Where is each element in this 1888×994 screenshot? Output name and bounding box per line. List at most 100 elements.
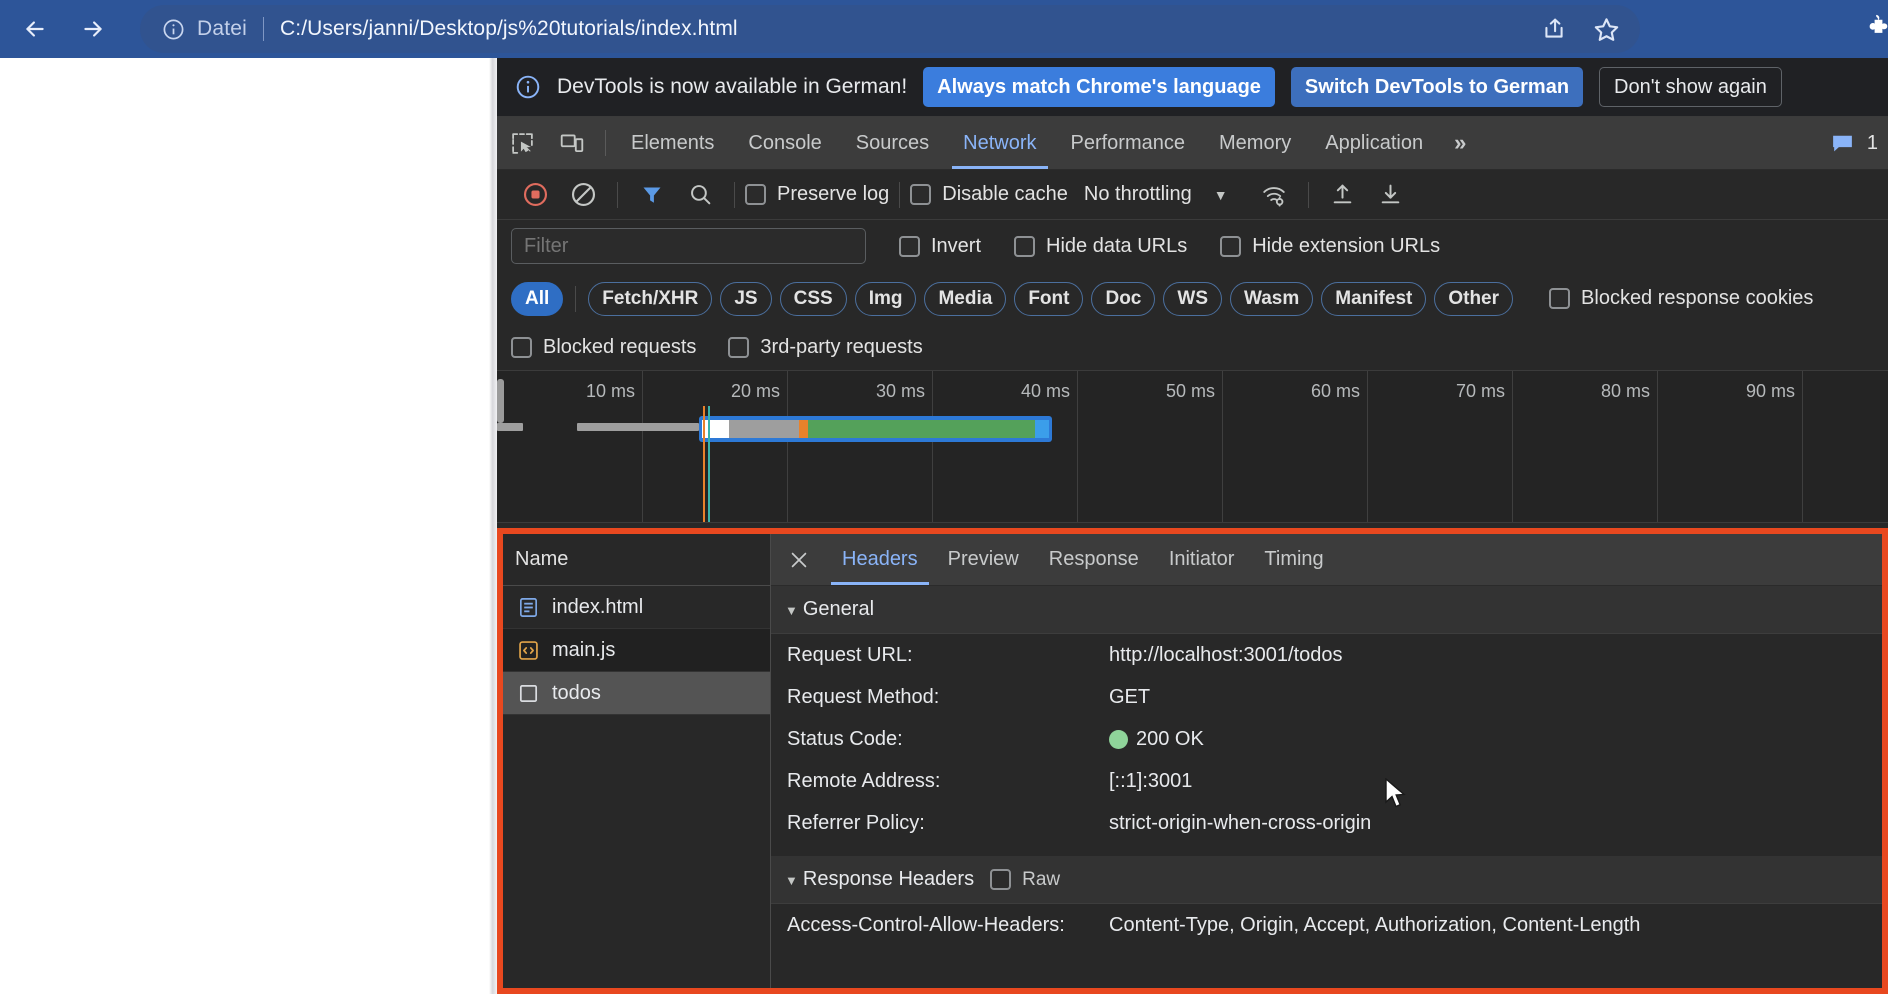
header-value: strict-origin-when-cross-origin	[1109, 811, 1372, 834]
star-icon[interactable]	[1593, 16, 1620, 43]
overview-scroll-thumb[interactable]	[497, 379, 504, 423]
omnibox-divider	[263, 17, 265, 41]
dont-show-again-button[interactable]: Don't show again	[1599, 67, 1782, 107]
caret-down-icon[interactable]: ▼	[785, 873, 798, 888]
info-circle-icon[interactable]	[162, 18, 185, 41]
chevron-down-icon[interactable]: ▼	[1214, 187, 1228, 203]
disable-cache-label: Disable cache	[942, 183, 1068, 205]
hide-data-urls-checkbox[interactable]: Hide data URLs	[1014, 235, 1187, 258]
detail-tab-preview[interactable]: Preview	[933, 534, 1034, 585]
header-row: Access-Control-Allow-Headers: Content-Ty…	[771, 904, 1882, 946]
throttling-select-value[interactable]: No throttling	[1084, 183, 1192, 206]
funnel-filter-icon[interactable]	[628, 173, 676, 217]
info-circle-icon	[515, 74, 541, 100]
table-row[interactable]: todos	[503, 672, 770, 715]
segment-queue	[702, 420, 729, 438]
overview-tick-9: 90 ms	[1745, 381, 1795, 401]
type-filter-fetch-xhr[interactable]: Fetch/XHR	[588, 281, 713, 316]
tab-elements[interactable]: Elements	[614, 117, 731, 169]
detail-tab-response[interactable]: Response	[1034, 534, 1154, 585]
tab-application[interactable]: Application	[1308, 117, 1440, 169]
type-filter-font[interactable]: Font	[1014, 281, 1084, 316]
forward-button[interactable]	[70, 6, 116, 52]
checkbox-box	[1014, 235, 1036, 257]
detail-tab-initiator[interactable]: Initiator	[1154, 534, 1250, 585]
tab-strip-divider	[605, 130, 606, 156]
overview-tick-8: 80 ms	[1600, 381, 1650, 401]
tab-network[interactable]: Network	[946, 117, 1053, 169]
inspect-element-icon[interactable]	[497, 117, 547, 169]
response-headers-section-header[interactable]: ▼ Response Headers Raw	[771, 856, 1882, 904]
download-arrow-icon[interactable]	[1367, 173, 1415, 217]
devtools-resize-handle[interactable]	[489, 58, 497, 994]
toolbar-divider	[617, 181, 618, 208]
header-key: Referrer Policy:	[787, 811, 925, 834]
type-filter-wasm[interactable]: Wasm	[1230, 281, 1314, 316]
request-list-header[interactable]: Name	[503, 534, 770, 586]
overview-tick-3: 30 ms	[875, 381, 925, 401]
third-party-requests-checkbox[interactable]: 3rd-party requests	[728, 336, 923, 359]
segment-end	[1035, 420, 1049, 438]
device-toolbar-icon[interactable]	[547, 117, 597, 169]
more-tabs-button[interactable]: »	[1440, 117, 1480, 169]
record-stop-icon[interactable]	[511, 173, 559, 217]
tab-performance[interactable]: Performance	[1054, 117, 1203, 169]
overview-tick-7: 70 ms	[1455, 381, 1505, 401]
code-js-icon	[517, 639, 540, 662]
filter-input[interactable]	[511, 228, 866, 264]
toolbar-divider-2	[734, 181, 735, 208]
type-filter-other[interactable]: Other	[1434, 281, 1514, 316]
tab-sources[interactable]: Sources	[839, 117, 946, 169]
back-button[interactable]	[12, 6, 58, 52]
always-match-language-button[interactable]: Always match Chrome's language	[923, 67, 1275, 107]
type-filter-manifest[interactable]: Manifest	[1321, 281, 1427, 316]
clear-ban-icon[interactable]	[559, 173, 607, 217]
type-filter-media[interactable]: Media	[924, 281, 1007, 316]
header-key: Request URL:	[787, 643, 913, 666]
type-filter-doc[interactable]: Doc	[1091, 281, 1156, 316]
type-filter-css[interactable]: CSS	[779, 281, 847, 316]
search-icon[interactable]	[676, 173, 724, 217]
checkbox-box	[511, 337, 532, 358]
arrow-left-icon	[22, 16, 48, 42]
caret-down-icon[interactable]: ▼	[785, 603, 798, 618]
checkbox-box	[990, 869, 1012, 890]
close-x-icon[interactable]	[771, 534, 827, 585]
address-bar[interactable]: Datei C:/Users/janni/Desktop/js%20tutori…	[140, 5, 1640, 53]
table-row[interactable]: index.html	[503, 586, 770, 629]
upload-arrow-icon[interactable]	[1319, 173, 1367, 217]
wifi-settings-icon[interactable]	[1250, 173, 1298, 217]
devtools-tab-strip: Elements Console Sources Network Perform…	[497, 117, 1888, 170]
blocked-requests-checkbox[interactable]: Blocked requests	[511, 336, 696, 359]
type-filter-js[interactable]: JS	[720, 281, 772, 316]
url-text: C:/Users/janni/Desktop/js%20tutorials/in…	[280, 17, 738, 40]
tab-memory[interactable]: Memory	[1202, 117, 1308, 169]
network-request-detail-area: Name index.html main.js todos Headers Pr…	[497, 528, 1888, 994]
checkbox-box	[745, 184, 766, 205]
blocked-response-cookies-checkbox[interactable]: Blocked response cookies	[1549, 287, 1813, 310]
language-notification-banner: DevTools is now available in German! Alw…	[497, 58, 1888, 117]
checkbox-box	[910, 184, 932, 205]
checkbox-box	[1549, 288, 1571, 309]
message-icon[interactable]	[1830, 131, 1855, 156]
type-filter-img[interactable]: Img	[854, 281, 917, 316]
invert-checkbox[interactable]: Invert	[899, 235, 981, 258]
table-row[interactable]: main.js	[503, 629, 770, 672]
url-scheme-label: Datei	[197, 17, 248, 40]
switch-to-german-button[interactable]: Switch DevTools to German	[1290, 67, 1584, 107]
header-key: Access-Control-Allow-Headers:	[787, 913, 1065, 936]
general-section-header[interactable]: ▼ General	[771, 586, 1882, 634]
extra-filter-row: Blocked requests 3rd-party requests	[497, 325, 1888, 371]
raw-toggle-checkbox[interactable]: Raw	[990, 869, 1060, 891]
detail-tab-headers[interactable]: Headers	[827, 534, 933, 585]
type-filter-all[interactable]: All	[511, 281, 564, 316]
type-filter-ws[interactable]: WS	[1163, 281, 1222, 316]
detail-tab-timing[interactable]: Timing	[1249, 534, 1338, 585]
tab-console[interactable]: Console	[731, 117, 838, 169]
disable-cache-checkbox[interactable]: Disable cache	[910, 183, 1068, 206]
network-overview-timeline[interactable]: 10 ms 20 ms 30 ms 40 ms 50 ms 60 ms 70 m…	[497, 371, 1888, 523]
preserve-log-checkbox[interactable]: Preserve log	[745, 183, 889, 206]
hide-extension-urls-checkbox[interactable]: Hide extension URLs	[1220, 235, 1440, 258]
extensions-button[interactable]	[1862, 12, 1888, 51]
share-icon[interactable]	[1541, 16, 1567, 42]
